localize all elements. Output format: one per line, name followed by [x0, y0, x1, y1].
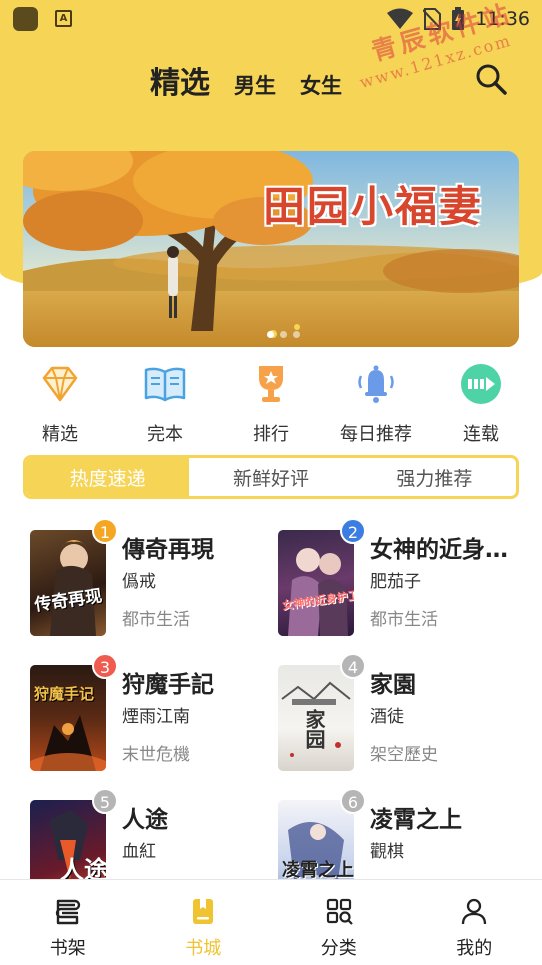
trophy-icon	[259, 366, 283, 402]
book-cover: 女神的近身护卫	[278, 530, 354, 636]
rank-badge: 2	[340, 518, 366, 544]
profile-icon	[462, 898, 487, 925]
book-author: 酒徒	[370, 707, 404, 727]
quick-entry-featured[interactable]: 精选	[10, 362, 110, 446]
bookstore-icon	[193, 899, 214, 924]
no-sim-icon	[423, 8, 442, 30]
book-title: 人途	[122, 807, 168, 833]
book-cover: 狩魔手记	[30, 665, 106, 771]
rank-badge: 5	[92, 788, 118, 814]
book-category: 架空歷史	[370, 745, 438, 765]
diamond-icon	[42, 366, 78, 402]
tab-featured[interactable]: 精选	[150, 58, 210, 102]
nav-bookstore[interactable]: 书城	[136, 880, 272, 965]
quick-entry-row: 精选 完本 排行 每日推荐 连载	[0, 362, 542, 445]
book-title: 女神的近身…	[370, 537, 508, 563]
tab-male[interactable]: 男生	[234, 70, 276, 100]
quick-entry-ranking[interactable]: 排行	[221, 362, 321, 446]
rank-badge: 4	[340, 653, 366, 679]
ranking-segment-control: 热度速递 新鲜好评 强力推荐	[23, 455, 519, 499]
rank-badge: 6	[340, 788, 366, 814]
quick-entry-serial[interactable]: 连载	[431, 362, 531, 446]
book-author: 肥茄子	[370, 572, 421, 592]
book-cover: 传奇再现	[30, 530, 106, 636]
segment-hot[interactable]: 热度速递	[26, 458, 190, 496]
nav-bookshelf[interactable]: 书架	[0, 880, 136, 965]
open-book-icon	[144, 367, 186, 402]
book-title: 傳奇再現	[122, 537, 214, 563]
segment-recommend[interactable]: 强力推荐	[353, 458, 516, 496]
book-card[interactable]: 女神的近身护卫 2 女神的近身… 肥茄子 都市生活	[278, 518, 528, 650]
channel-tabs: 精选 男生 女生	[150, 58, 342, 101]
book-category: 末世危機	[122, 745, 190, 765]
rank-badge: 1	[92, 518, 118, 544]
quick-entry-daily[interactable]: 每日推荐	[326, 362, 426, 446]
quick-entry-completed[interactable]: 完本	[115, 362, 215, 446]
banner-title: 田园小福妻	[263, 182, 484, 231]
carousel-dots	[267, 331, 300, 338]
bookshelf-icon	[55, 899, 80, 925]
book-card[interactable]: 狩魔手记 3 狩魔手記 煙雨江南 末世危機	[30, 653, 280, 785]
nav-category[interactable]: 分类	[271, 880, 407, 965]
category-grid-icon	[326, 898, 353, 925]
nav-profile[interactable]: 我的	[407, 880, 542, 965]
battery-charging-icon	[452, 7, 465, 30]
book-title: 家園	[370, 672, 416, 698]
wifi-icon	[387, 8, 414, 29]
bottom-nav: 书架 书城 分类 我的	[0, 879, 542, 965]
book-card[interactable]: 传奇再现 1 傳奇再現 僞戒 都市生活	[30, 518, 280, 650]
book-card[interactable]: 家园 4 家園 酒徒 架空歷史	[278, 653, 528, 785]
book-author: 觀棋	[370, 842, 404, 862]
book-cover: 家园	[278, 665, 354, 771]
book-title: 狩魔手記	[122, 672, 214, 698]
tab-female[interactable]: 女生	[300, 70, 342, 100]
book-title: 凌霄之上	[370, 807, 462, 833]
book-author: 煙雨江南	[122, 707, 190, 727]
app-notification-icon	[13, 7, 38, 31]
rank-badge: 3	[92, 653, 118, 679]
status-bar: A 11:36	[0, 0, 542, 38]
progress-arrow-icon	[461, 364, 501, 404]
book-author: 血紅	[122, 842, 156, 862]
book-category: 都市生活	[370, 610, 438, 630]
bookstore-screen: { "status_bar": {"time": "11:36"}, "head…	[0, 0, 542, 965]
book-author: 僞戒	[122, 572, 156, 592]
book-category: 都市生活	[122, 610, 190, 630]
promo-banner[interactable]: 田园小福妻	[23, 151, 519, 347]
clock: 11:36	[475, 8, 530, 30]
search-icon[interactable]	[474, 62, 508, 96]
segment-fresh[interactable]: 新鲜好评	[189, 458, 352, 496]
notification-a-icon: A	[55, 10, 72, 27]
bell-icon	[358, 365, 394, 403]
